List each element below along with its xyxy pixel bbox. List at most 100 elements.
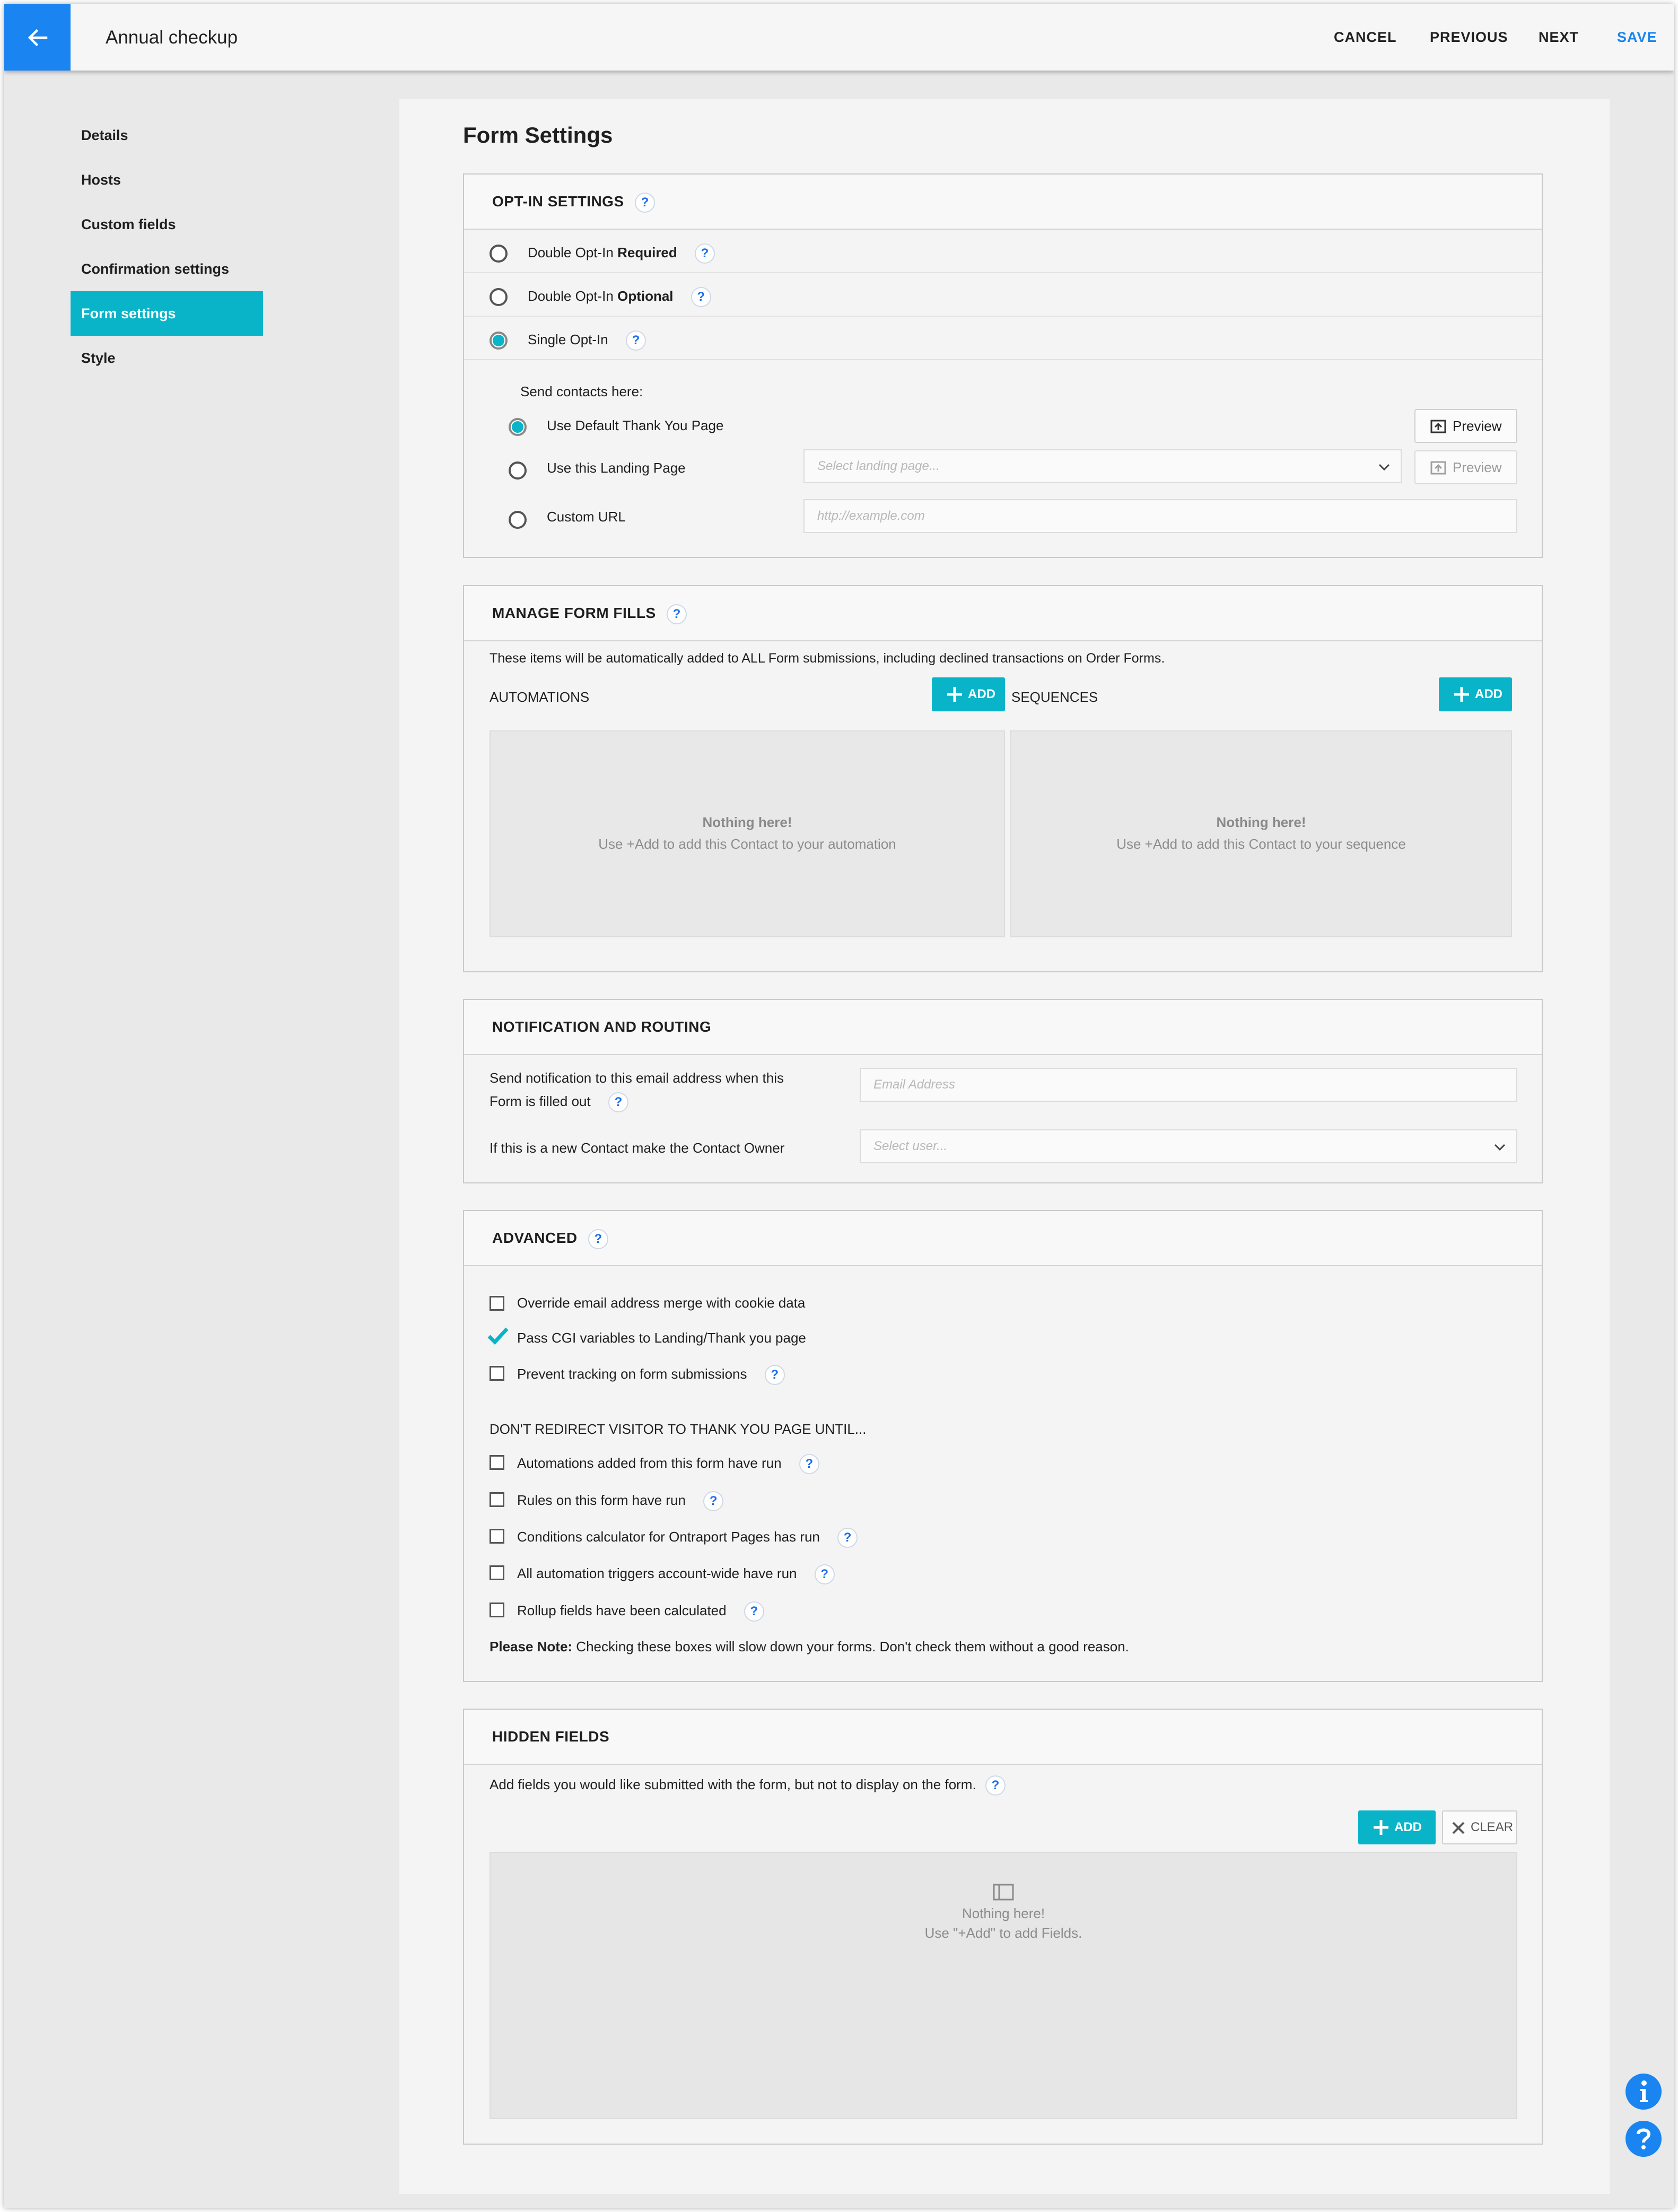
cancel-button[interactable]: CANCEL [1334,4,1397,71]
notification-email-label-line1: Send notification to this email address … [490,1070,784,1086]
window-icon [993,1884,1014,1901]
preview-icon [1430,420,1446,433]
divider [464,272,1542,273]
add-automation-button[interactable]: ADD [932,677,1005,711]
automations-label: AUTOMATIONS [490,689,590,705]
help-icon[interactable]: ? [837,1528,858,1548]
arrow-left-icon [28,29,47,46]
support-button[interactable] [1625,2121,1662,2157]
landing-page-select[interactable]: Select landing page... [803,449,1402,483]
destination-label-landing-page: Use this Landing Page [547,460,686,476]
manage-form-fills-section: MANAGE FORM FILLS ? These items will be … [463,585,1543,972]
custom-url-input[interactable]: http://example.com [803,499,1517,533]
form-fills-description: These items will be automatically added … [490,651,1165,666]
add-sequence-button[interactable]: ADD [1439,677,1512,711]
clear-label: CLEAR [1471,1820,1514,1834]
plus-icon [1454,687,1469,702]
page-title: Annual checkup [106,27,238,48]
preview-default-button[interactable]: Preview [1414,409,1517,443]
next-button[interactable]: NEXT [1539,4,1579,71]
top-bar: Annual checkup CANCEL PREVIOUS NEXT SAVE [4,4,1674,71]
clear-hidden-fields-button[interactable]: CLEAR [1442,1810,1517,1844]
app-window: Annual checkup CANCEL PREVIOUS NEXT SAVE… [4,4,1674,2208]
checkbox-conditions-calculator[interactable] [490,1529,504,1544]
help-icon[interactable]: ? [666,604,687,624]
help-icon[interactable]: ? [814,1564,835,1584]
option-label-single-optin: Single Opt-In ? [528,330,646,351]
preview-label: Preview [1453,459,1502,475]
hidden-fields-description: Add fields you would like submitted with… [490,1775,1006,1796]
sequences-empty-title: Nothing here! [1216,814,1306,830]
checkbox-rules-run[interactable] [490,1492,504,1507]
main-panel: Form Settings OPT-IN SETTINGS ? Double O… [399,99,1610,2194]
help-icon[interactable]: ? [691,287,711,307]
manage-form-fills-title: MANAGE FORM FILLS [492,605,656,621]
divider [464,359,1542,360]
help-icon[interactable]: ? [744,1601,764,1622]
help-icon[interactable]: ? [703,1491,724,1511]
manage-form-fills-header: MANAGE FORM FILLS ? [464,586,1542,641]
notification-email-input[interactable]: Email Address [860,1068,1517,1102]
label-prevent-tracking: Prevent tracking on form submissions ? [517,1365,785,1385]
sequences-empty-state: Nothing here! Use +Add to add this Conta… [1010,730,1512,937]
add-hidden-field-button[interactable]: ADD [1358,1810,1436,1844]
help-icon[interactable]: ? [799,1454,819,1474]
help-icon[interactable]: ? [634,192,655,213]
back-button[interactable] [4,4,71,71]
question-icon [1637,2128,1651,2149]
notification-routing-header: NOTIFICATION AND ROUTING [464,1000,1542,1055]
label-pass-cgi-variables: Pass CGI variables to Landing/Thank you … [517,1330,806,1346]
option-label-double-optin-optional: Double Opt-In Optional ? [528,287,711,307]
email-placeholder: Email Address [873,1077,955,1092]
help-icon[interactable]: ? [695,243,715,264]
hidden-fields-empty-state: Nothing here! Use "+Add" to add Fields. [490,1852,1517,2119]
preview-landing-page-button[interactable]: Preview [1414,450,1517,484]
radio-landing-page[interactable] [509,461,527,480]
help-icon[interactable]: ? [588,1229,608,1249]
radio-double-optin-optional[interactable] [490,288,508,306]
hidden-fields-header: HIDDEN FIELDS [464,1710,1542,1765]
add-label: ADD [968,687,995,701]
sidebar-item-custom-fields[interactable]: Custom fields [71,202,263,247]
owner-placeholder: Select user... [873,1139,948,1153]
checkbox-rollup-fields[interactable] [490,1603,504,1617]
send-contacts-label: Send contacts here: [520,384,643,399]
save-button[interactable]: SAVE [1617,4,1657,71]
radio-single-optin[interactable] [490,332,508,350]
previous-button[interactable]: PREVIOUS [1430,4,1508,71]
notification-routing-title: NOTIFICATION AND ROUTING [492,1018,712,1035]
help-icon[interactable]: ? [608,1092,628,1112]
destination-label-custom-url: Custom URL [547,509,626,525]
info-button[interactable] [1625,2074,1662,2110]
radio-default-thank-you[interactable] [509,418,527,436]
help-icon[interactable]: ? [764,1365,785,1385]
checkbox-automations-run[interactable] [490,1455,504,1470]
notification-routing-section: NOTIFICATION AND ROUTING Send notificati… [463,999,1543,1183]
option-label-double-optin-required: Double Opt-In Required ? [528,243,715,264]
plus-icon [947,687,962,702]
sidebar-item-style[interactable]: Style [71,336,263,380]
sidebar-item-form-settings[interactable]: Form settings [71,291,263,336]
checkbox-automation-triggers[interactable] [490,1565,504,1580]
checkmark-icon[interactable] [487,1327,509,1345]
help-icon[interactable]: ? [985,1775,1006,1796]
divider [464,316,1542,317]
preview-icon [1430,461,1446,475]
sidebar-nav: Details Hosts Custom fields Confirmation… [71,113,263,380]
sidebar-item-confirmation-settings[interactable]: Confirmation settings [71,247,263,291]
close-icon [1452,1822,1465,1834]
advanced-title: ADVANCED [492,1230,578,1246]
add-label: ADD [1475,687,1502,701]
sidebar-item-details[interactable]: Details [71,113,263,158]
contact-owner-select[interactable]: Select user... [860,1129,1517,1163]
automations-empty-title: Nothing here! [702,814,792,830]
checkbox-prevent-tracking[interactable] [490,1366,504,1381]
sidebar-item-hosts[interactable]: Hosts [71,158,263,202]
label-conditions-calculator: Conditions calculator for Ontraport Page… [517,1528,858,1548]
radio-custom-url[interactable] [509,511,527,529]
optin-settings-header: OPT-IN SETTINGS ? [464,175,1542,230]
help-icon[interactable]: ? [625,330,646,351]
radio-double-optin-required[interactable] [490,245,508,263]
landing-page-placeholder: Select landing page... [817,459,940,473]
checkbox-override-email-merge[interactable] [490,1296,504,1311]
